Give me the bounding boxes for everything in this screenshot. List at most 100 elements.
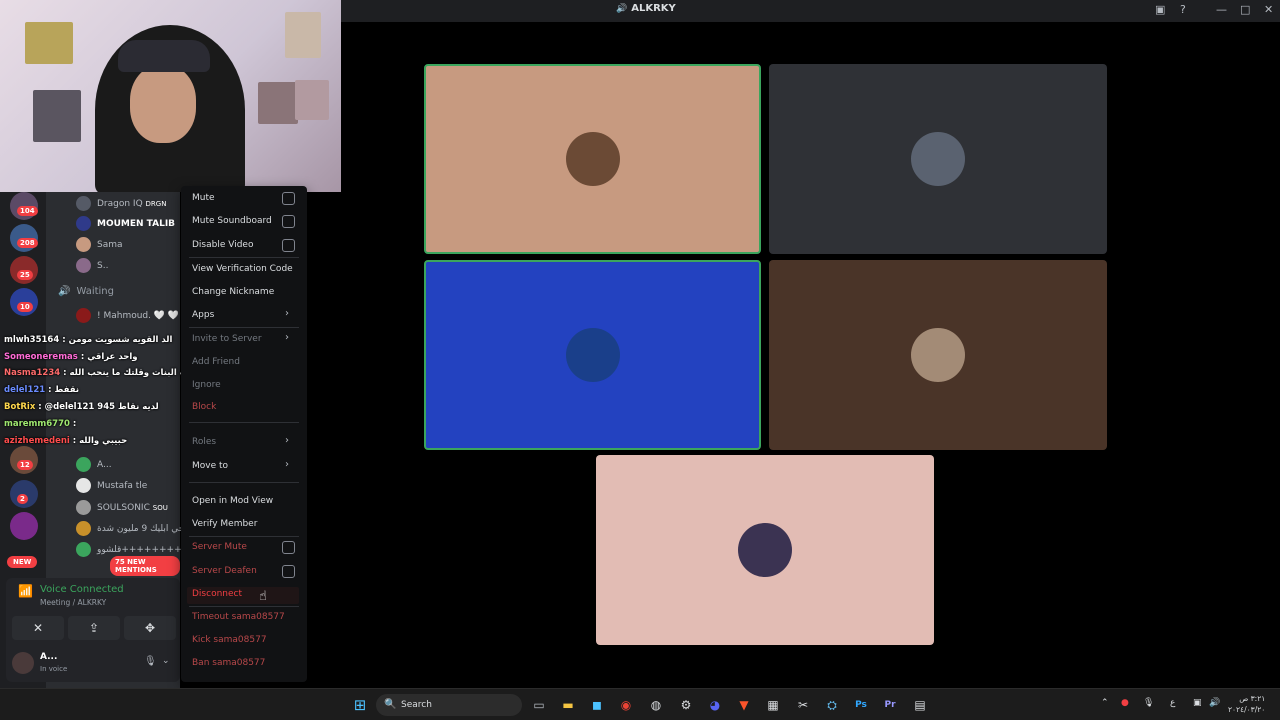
participant-tile[interactable] (596, 455, 934, 645)
activities-button[interactable]: ✥ (124, 616, 176, 640)
menu-open-mod-view[interactable]: Open in Mod View (192, 496, 273, 506)
menu-invite[interactable]: Invite to Server (192, 334, 262, 344)
tray-app-icon[interactable]: ● (1121, 698, 1129, 708)
menu-block[interactable]: Block (192, 402, 216, 412)
camera-off-button[interactable]: ✕ (12, 616, 64, 640)
menu-ignore[interactable]: Ignore (192, 380, 221, 390)
menu-verify-member[interactable]: Verify Member (192, 519, 257, 529)
member-name: A... (97, 460, 112, 470)
search-input[interactable]: 🔍 Search (376, 694, 522, 716)
chat-text: ﻭﺍﺣﺪ ﻋﺮﺍﻗﻲ (87, 352, 138, 362)
voice-member[interactable]: ﺮﺣﺠﻲ ﺍﺑﻠﻴﻚ 9 ﻣﻠﻴﻮﻥ ﺷﺪﺓ (76, 521, 195, 536)
discord-icon[interactable]: ◕ (705, 695, 725, 715)
waiting-channel[interactable]: 🔊 Waiting (58, 286, 114, 297)
voice-member[interactable]: ! Mahmoud. 🤍 🤍 🤍 (76, 308, 193, 323)
app-icon[interactable]: ▦ (763, 695, 783, 715)
server-badge: 2 (17, 494, 28, 504)
menu-timeout[interactable]: Timeout sama08577 (192, 612, 285, 622)
file-explorer-icon[interactable]: ▬ (558, 695, 578, 715)
menu-mute-soundboard[interactable]: Mute Soundboard (192, 216, 272, 226)
disable-video-checkbox[interactable] (282, 239, 295, 252)
new-mentions-badge[interactable]: 75 NEW MENTIONS (110, 556, 180, 576)
photoshop-icon[interactable]: Ps (851, 695, 871, 715)
task-view-icon[interactable]: ▭ (529, 695, 549, 715)
menu-disconnect[interactable]: Disconnect (192, 589, 242, 599)
chrome-icon[interactable]: ◉ (616, 695, 636, 715)
menu-kick[interactable]: Kick sama08577 (192, 635, 267, 645)
voice-member[interactable]: SOULSONIC SOU (76, 500, 168, 515)
user-name[interactable]: A... (40, 652, 57, 662)
streamer-webcam (0, 0, 341, 192)
store-icon[interactable]: ◼ (587, 695, 607, 715)
server-icon[interactable] (10, 512, 38, 540)
new-badge[interactable]: NEW (7, 556, 38, 568)
chat-message: Someoneremas : ﻭﺍﺣﺪ ﻋﺮﺍﻗﻲ (4, 352, 138, 362)
voice-member[interactable]: S.. (76, 258, 108, 273)
voice-member[interactable]: Dragon IQ DRGN (76, 196, 166, 211)
screen-share-icon[interactable]: ▣ (1155, 3, 1165, 16)
server-mute-checkbox[interactable] (282, 541, 295, 554)
menu-roles[interactable]: Roles (192, 437, 216, 447)
mute-checkbox[interactable] (282, 192, 295, 205)
participant-tile[interactable] (424, 64, 761, 254)
menu-disable-video[interactable]: Disable Video (192, 240, 253, 250)
voice-channel[interactable]: Meeting / ALKRKY (40, 598, 106, 607)
chevron-right-icon: › (285, 308, 289, 319)
participant-tile[interactable] (769, 64, 1107, 254)
menu-ban[interactable]: Ban sama08577 (192, 658, 265, 668)
menu-mute[interactable]: Mute (192, 193, 215, 203)
menu-move-to[interactable]: Move to (192, 461, 228, 471)
voice-status[interactable]: Voice Connected (40, 584, 124, 595)
language-indicator[interactable]: ع (1170, 698, 1175, 708)
maximize-button[interactable]: □ (1240, 3, 1250, 16)
menu-change-nickname[interactable]: Change Nickname (192, 287, 274, 297)
menu-add-friend[interactable]: Add Friend (192, 357, 240, 367)
mic-icon[interactable]: 🎙 (144, 656, 157, 667)
participant-tile[interactable] (769, 260, 1107, 450)
menu-server-deafen[interactable]: Server Deafen (192, 566, 257, 576)
member-avatar (76, 542, 91, 557)
settings-icon[interactable]: ⚙ (676, 695, 696, 715)
network-icon[interactable]: ▣ (1193, 698, 1202, 708)
server-badge: 104 (17, 206, 38, 216)
volume-icon[interactable]: 🔊 (1209, 698, 1220, 708)
menu-apps[interactable]: Apps (192, 310, 214, 320)
steam-icon[interactable]: ⛭ (822, 695, 842, 715)
avatar[interactable] (12, 652, 34, 674)
chevron-up-icon[interactable]: ⌃ (1101, 698, 1109, 708)
menu-divider (189, 606, 299, 607)
app-icon[interactable]: ◍ (646, 695, 666, 715)
app-icon[interactable]: ▤ (910, 695, 930, 715)
windows-start-icon[interactable]: ⊞ (350, 695, 370, 715)
menu-view-verification[interactable]: View Verification Code (192, 264, 293, 274)
server-badge: 25 (17, 270, 33, 280)
voice-member[interactable]: Sama (76, 237, 123, 252)
participant-tile[interactable] (424, 260, 761, 450)
member-name: Dragon IQ (97, 199, 143, 209)
member-tag: SOU (152, 504, 168, 512)
brave-icon[interactable]: ▼ (734, 695, 754, 715)
capcut-icon[interactable]: ✂ (793, 695, 813, 715)
member-name: MOUMEN TALIB (97, 219, 176, 229)
close-button[interactable]: ✕ (1264, 3, 1273, 16)
menu-server-mute[interactable]: Server Mute (192, 542, 247, 552)
member-avatar (76, 196, 91, 211)
help-icon[interactable]: ? (1180, 3, 1186, 16)
voice-member[interactable]: Mustafa tle (76, 478, 147, 493)
chat-user: Nasma1234 (4, 368, 61, 378)
plaque-image (25, 22, 73, 64)
taskbar: ⊞ 🔍 Search ▭ ▬ ◼ ◉ ◍ ⚙ ◕ ▼ ▦ ✂ ⛭ Ps Pr ▤ … (0, 688, 1280, 720)
chevron-down-icon[interactable]: ⌄ (162, 656, 170, 666)
member-name: Mustafa tle (97, 481, 148, 491)
clock[interactable]: ٣:٢١ ص ٢٠٢٤/٠٣/٢٠ (1228, 693, 1265, 715)
mute-soundboard-checkbox[interactable] (282, 215, 295, 228)
premiere-icon[interactable]: Pr (880, 695, 900, 715)
minimize-button[interactable]: — (1216, 3, 1227, 16)
screen-share-button[interactable]: ⇪ (68, 616, 120, 640)
chat-user: Someoneremas (4, 352, 78, 362)
chevron-right-icon: › (285, 435, 289, 446)
voice-member[interactable]: MOUMEN TALIB (76, 216, 175, 231)
server-deafen-checkbox[interactable] (282, 565, 295, 578)
voice-member[interactable]: A... (76, 457, 112, 472)
mic-icon[interactable]: 🎙 (1143, 698, 1154, 708)
